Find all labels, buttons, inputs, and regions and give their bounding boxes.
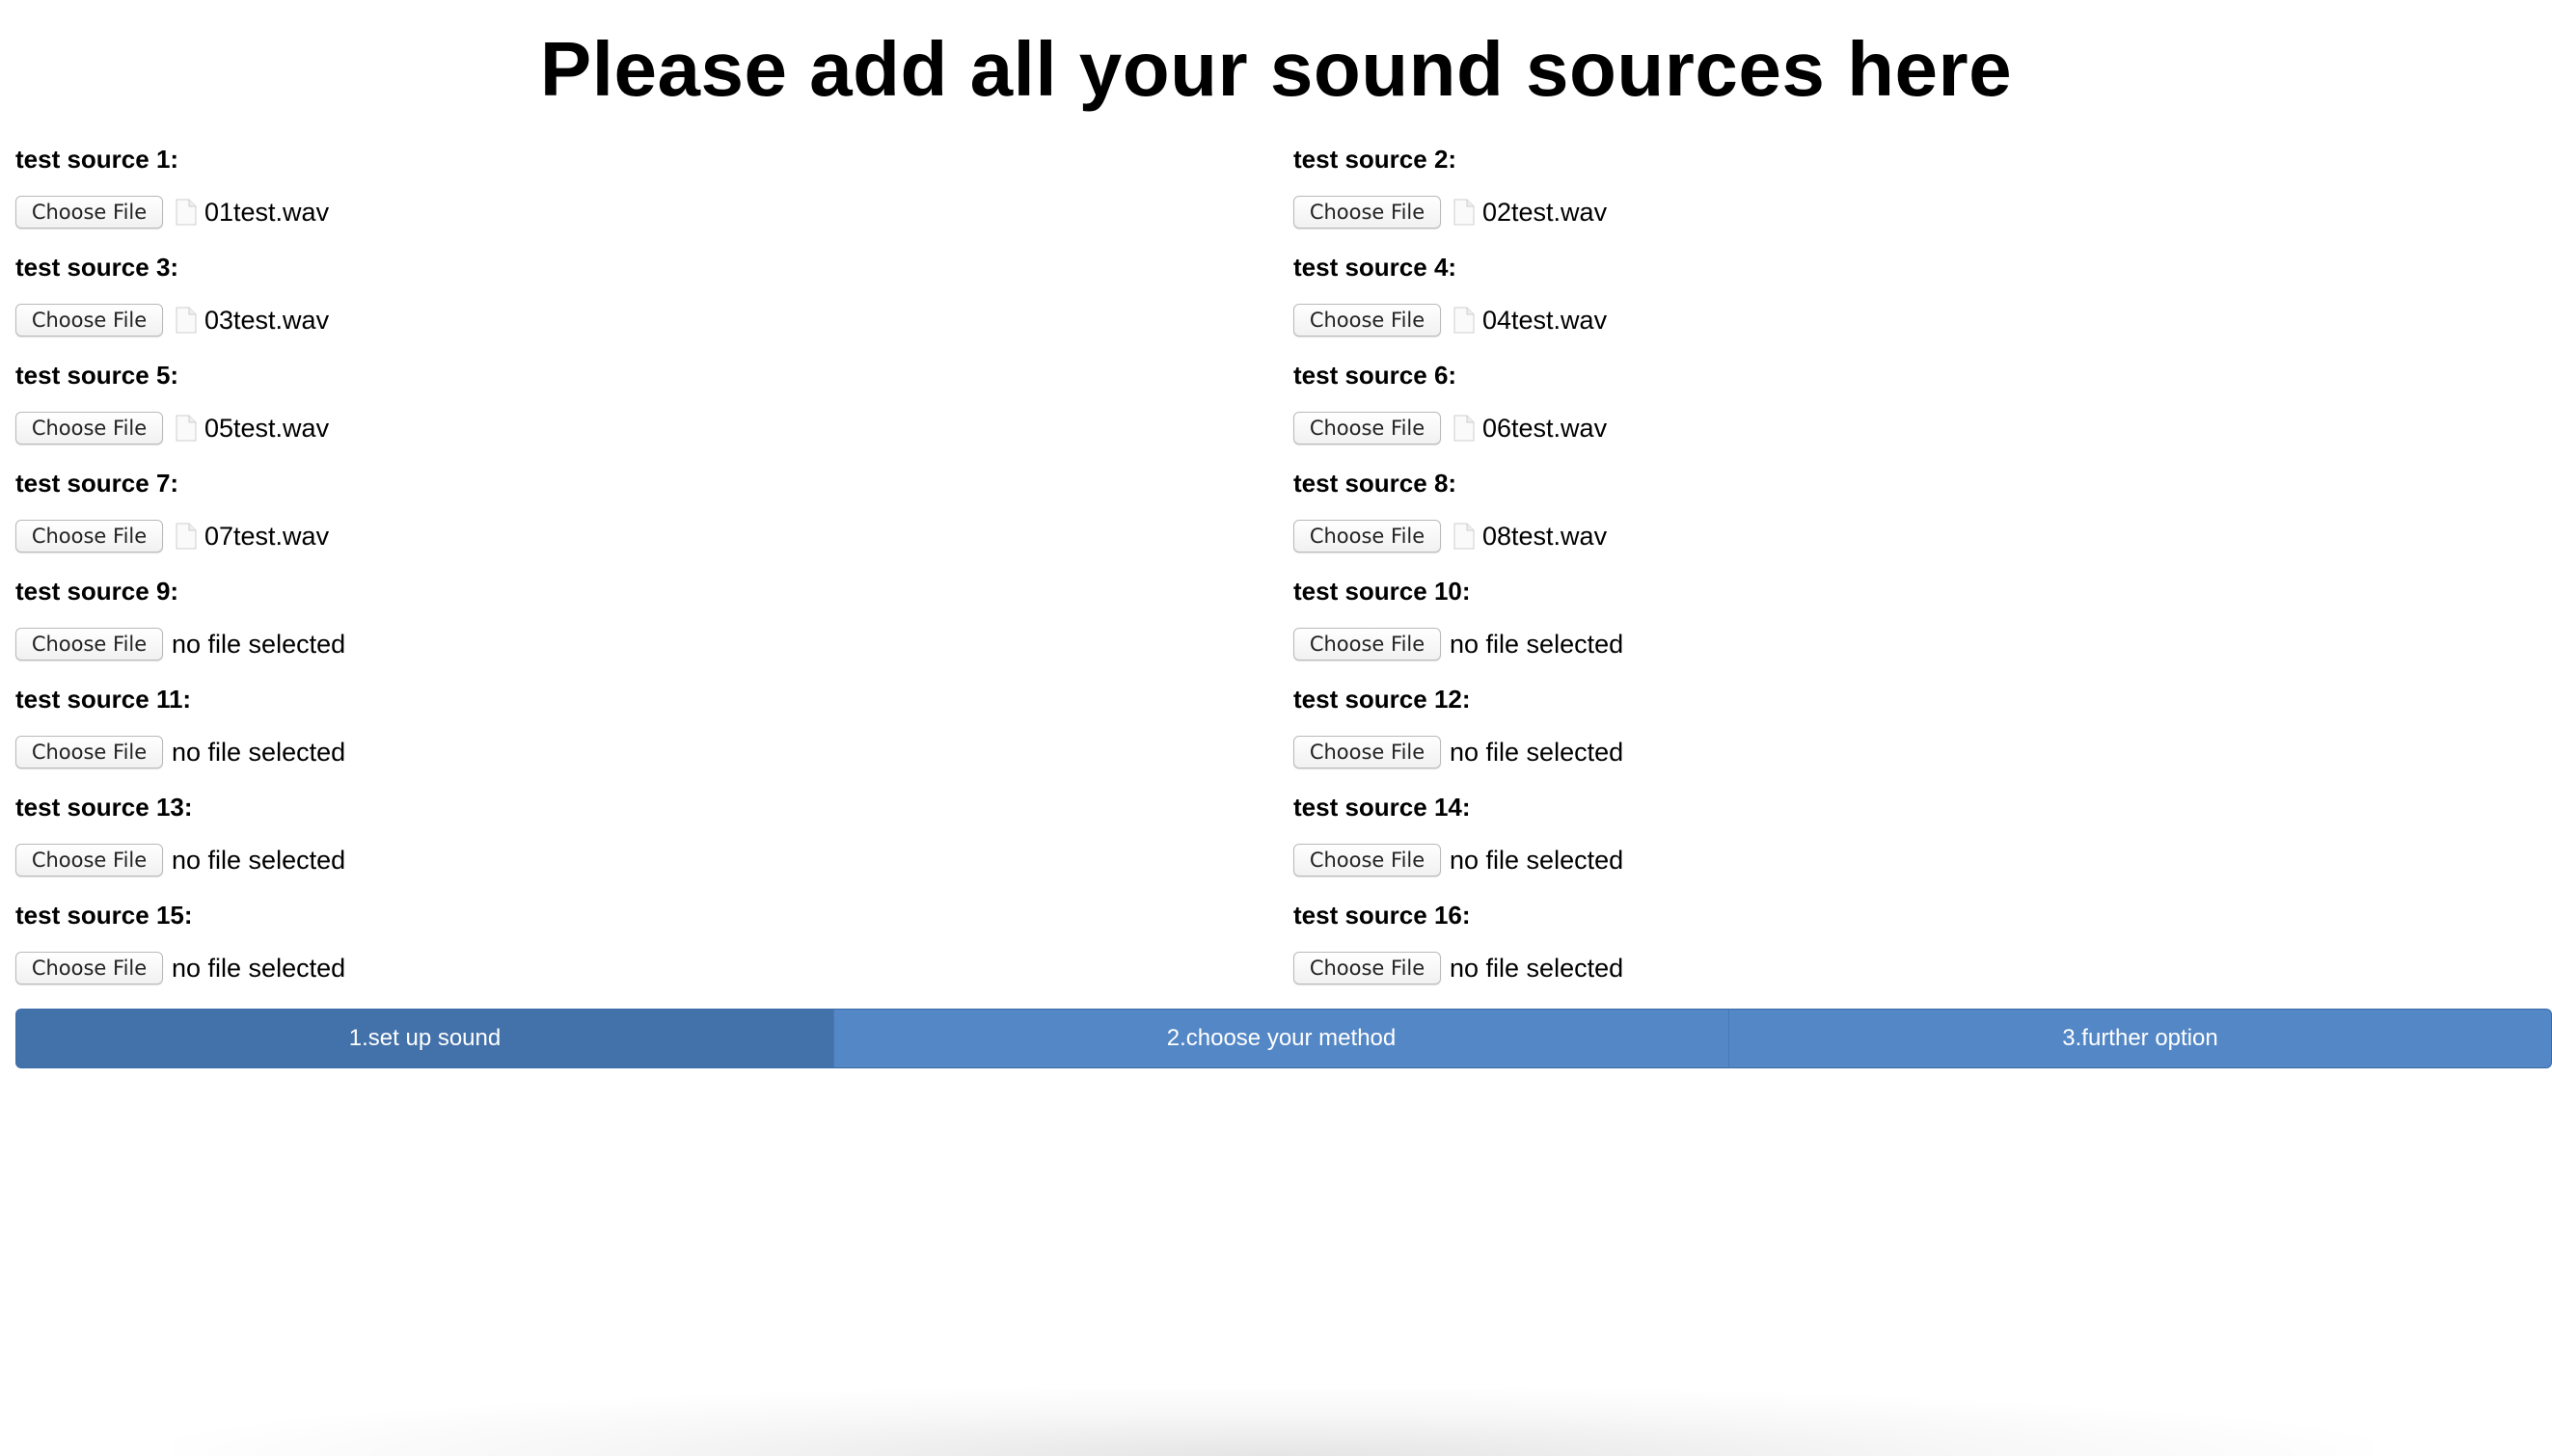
step-tab-bar: 1.set up sound 2.choose your method 3.fu… [15,1009,2552,1068]
file-name: 05test.wav [204,413,330,443]
file-name: 01test.wav [204,197,330,227]
source-label: test source 13: [15,793,193,822]
file-input[interactable]: Choose File no file selected [1293,843,1623,877]
file-icon [1453,199,1475,226]
source-item-10: test source 10: Choose File no file sele… [1293,577,2451,685]
source-item-14: test source 14: Choose File no file sele… [1293,793,2451,901]
choose-file-button[interactable]: Choose File [15,520,163,553]
source-label: test source 2: [1293,145,1457,174]
source-item-4: test source 4: Choose File 04test.wav [1293,253,2451,361]
source-label: test source 9: [15,577,179,606]
source-label: test source 14: [1293,793,1471,822]
file-status: no file selected [1450,737,1624,767]
tab-set-up-sound[interactable]: 1.set up sound [16,1010,833,1067]
source-label: test source 3: [15,253,179,282]
file-input[interactable]: Choose File no file selected [15,951,345,985]
source-label: test source 7: [15,469,179,498]
choose-file-button[interactable]: Choose File [1293,196,1441,229]
choose-file-button[interactable]: Choose File [1293,952,1441,984]
choose-file-button[interactable]: Choose File [1293,736,1441,768]
file-input[interactable]: Choose File 08test.wav [1293,519,1607,553]
source-item-1: test source 1: Choose File 01test.wav [15,145,1173,253]
file-input[interactable]: Choose File 07test.wav [15,519,329,553]
file-input[interactable]: Choose File no file selected [1293,735,1623,769]
source-label: test source 8: [1293,469,1457,498]
file-input[interactable]: Choose File no file selected [15,735,345,769]
file-input[interactable]: Choose File no file selected [15,627,345,661]
file-name: 06test.wav [1482,413,1608,443]
source-item-8: test source 8: Choose File 08test.wav [1293,469,2451,577]
source-label: test source 5: [15,361,179,390]
file-input[interactable]: Choose File 06test.wav [1293,411,1607,445]
source-item-15: test source 15: Choose File no file sele… [15,901,1173,1009]
file-icon [1453,307,1475,334]
source-label: test source 6: [1293,361,1457,390]
file-input[interactable]: Choose File 03test.wav [15,303,329,337]
file-input[interactable]: Choose File no file selected [1293,951,1623,985]
file-input[interactable]: Choose File no file selected [15,843,345,877]
source-label: test source 12: [1293,685,1471,714]
choose-file-button[interactable]: Choose File [1293,628,1441,661]
source-item-13: test source 13: Choose File no file sele… [15,793,1173,901]
choose-file-button[interactable]: Choose File [15,412,163,445]
tab-further-option[interactable]: 3.further option [1728,1010,2551,1067]
source-item-6: test source 6: Choose File 06test.wav [1293,361,2451,469]
choose-file-button[interactable]: Choose File [1293,304,1441,337]
file-icon [176,523,197,550]
choose-file-button[interactable]: Choose File [15,952,163,984]
choose-file-button[interactable]: Choose File [1293,844,1441,876]
source-label: test source 15: [15,901,193,930]
file-status: no file selected [172,845,346,875]
choose-file-button[interactable]: Choose File [15,304,163,337]
source-item-9: test source 9: Choose File no file selec… [15,577,1173,685]
file-icon [176,307,197,334]
source-item-2: test source 2: Choose File 02test.wav [1293,145,2451,253]
source-label: test source 16: [1293,901,1471,930]
file-status: no file selected [1450,953,1624,983]
source-item-11: test source 11: Choose File no file sele… [15,685,1173,793]
sound-sources-grid: test source 1: Choose File 01test.wav te… [0,0,2552,1003]
file-status: no file selected [172,953,346,983]
source-item-7: test source 7: Choose File 07test.wav [15,469,1173,577]
file-input[interactable]: Choose File no file selected [1293,627,1623,661]
file-name: 02test.wav [1482,197,1608,227]
file-status: no file selected [1450,845,1624,875]
source-label: test source 1: [15,145,179,174]
tab-choose-method[interactable]: 2.choose your method [833,1010,1728,1067]
file-icon [176,199,197,226]
source-label: test source 11: [15,685,192,714]
file-icon [1453,415,1475,442]
file-status: no file selected [172,737,346,767]
source-item-3: test source 3: Choose File 03test.wav [15,253,1173,361]
source-item-16: test source 16: Choose File no file sele… [1293,901,2451,1009]
source-label: test source 4: [1293,253,1457,282]
source-item-12: test source 12: Choose File no file sele… [1293,685,2451,793]
choose-file-button[interactable]: Choose File [1293,520,1441,553]
file-input[interactable]: Choose File 02test.wav [1293,195,1607,229]
file-name: 03test.wav [204,305,330,335]
source-item-5: test source 5: Choose File 05test.wav [15,361,1173,469]
choose-file-button[interactable]: Choose File [1293,412,1441,445]
file-icon [176,415,197,442]
file-name: 08test.wav [1482,521,1608,551]
bottom-shadow [174,1389,2373,1456]
file-input[interactable]: Choose File 05test.wav [15,411,329,445]
file-status: no file selected [1450,629,1624,659]
file-name: 07test.wav [204,521,330,551]
source-label: test source 10: [1293,577,1471,606]
file-icon [1453,523,1475,550]
choose-file-button[interactable]: Choose File [15,844,163,876]
choose-file-button[interactable]: Choose File [15,628,163,661]
file-name: 04test.wav [1482,305,1608,335]
file-status: no file selected [172,629,346,659]
choose-file-button[interactable]: Choose File [15,736,163,768]
file-input[interactable]: Choose File 01test.wav [15,195,329,229]
choose-file-button[interactable]: Choose File [15,196,163,229]
file-input[interactable]: Choose File 04test.wav [1293,303,1607,337]
